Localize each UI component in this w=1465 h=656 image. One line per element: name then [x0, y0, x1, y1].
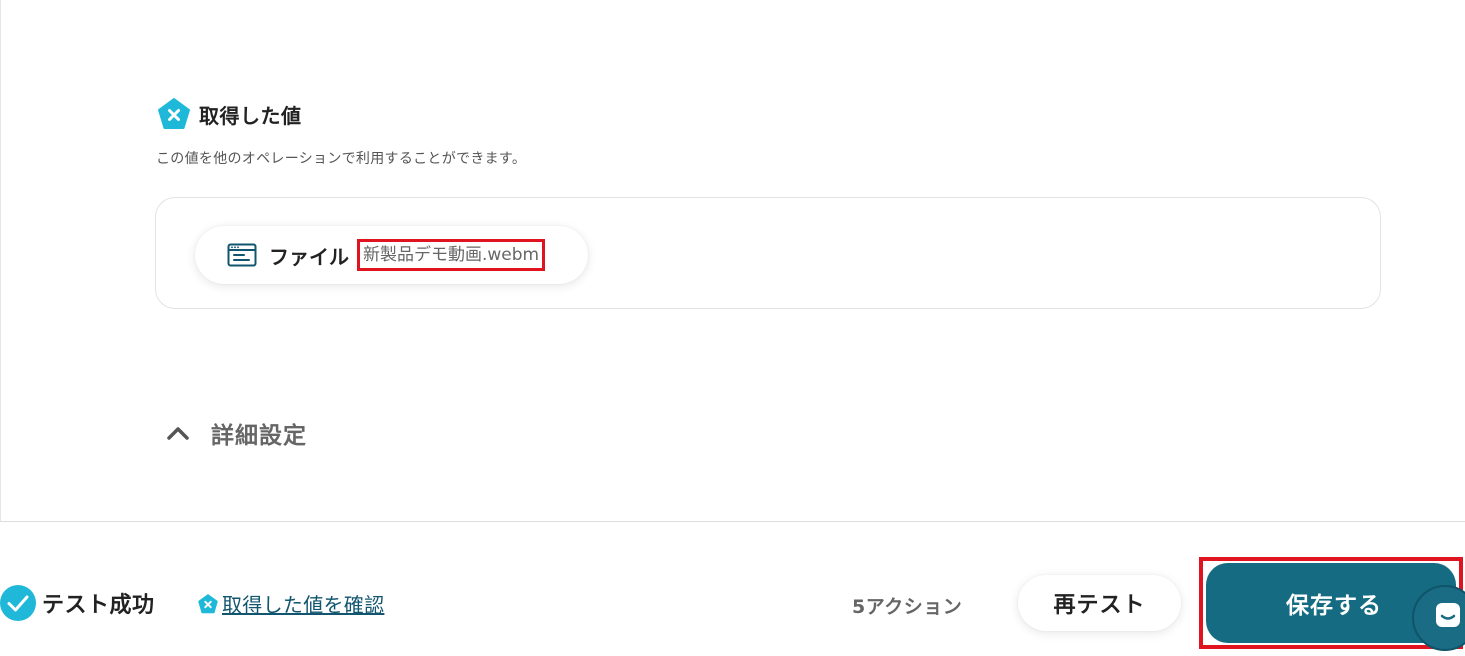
value-chip[interactable]: ファイル 新製品デモ動画.webm [195, 226, 588, 284]
details-label: 詳細設定 [211, 423, 307, 449]
left-divider [0, 0, 1, 522]
value-card: ファイル 新製品デモ動画.webm [155, 197, 1381, 309]
value-label: ファイル [269, 244, 349, 269]
footer-divider [0, 521, 1465, 522]
yoom-pentagon-icon [158, 98, 190, 130]
section-description: この値を他のオペレーションで利用することができます。 [156, 151, 527, 167]
file-window-icon [227, 243, 257, 267]
check-circle-icon [0, 585, 36, 621]
section-header: 取得した値 [158, 98, 302, 130]
section-title: 取得した値 [199, 103, 302, 128]
chat-icon [1434, 601, 1462, 631]
test-status: テスト成功 [0, 585, 155, 621]
details-toggle[interactable]: 詳細設定 [165, 416, 307, 450]
view-values-label[interactable]: 取得した値を確認 [222, 589, 384, 618]
yoom-pentagon-icon [198, 593, 218, 614]
value-text: 新製品デモ動画.webm [357, 239, 546, 271]
action-count: 5アクション [852, 596, 963, 618]
page: 取得した値 この値を他のオペレーションで利用することができます。 ファイル 新製… [0, 0, 1465, 656]
view-values-link[interactable]: 取得した値を確認 [198, 589, 384, 618]
retest-button[interactable]: 再テスト [1018, 575, 1181, 631]
chevron-up-icon [165, 423, 191, 443]
status-text: テスト成功 [42, 593, 155, 618]
